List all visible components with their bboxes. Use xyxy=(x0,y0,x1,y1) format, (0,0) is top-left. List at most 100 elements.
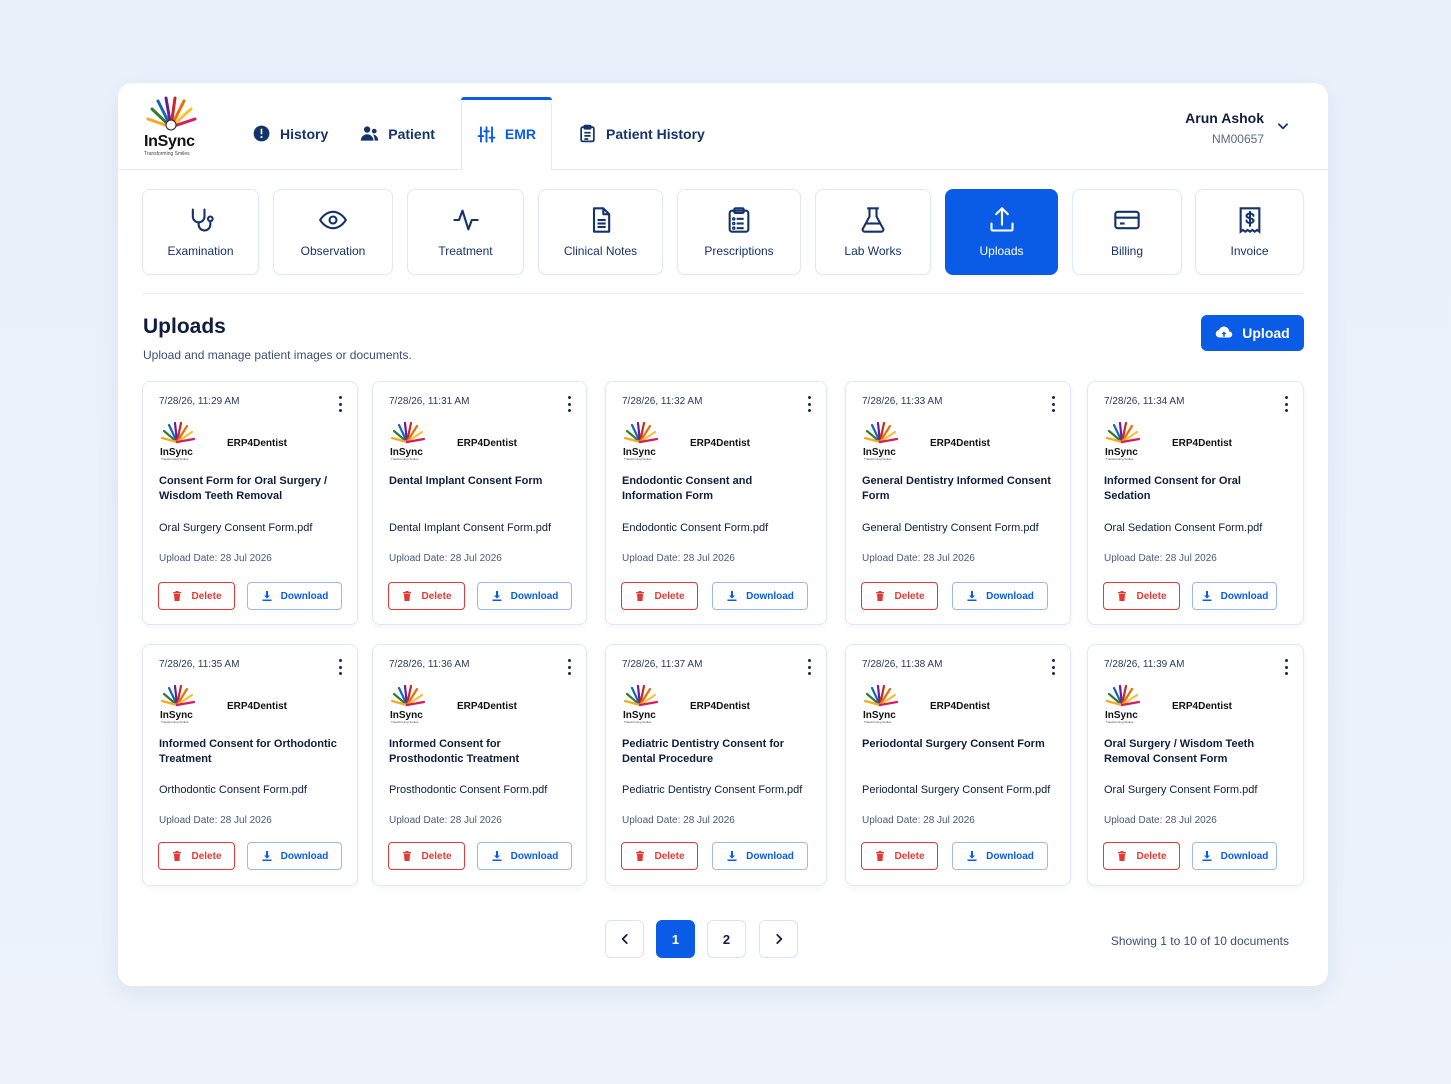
module-treatment[interactable]: Treatment xyxy=(407,189,524,275)
download-icon xyxy=(492,591,502,601)
brand-logo-icon: InSyncTransforming Smiles xyxy=(623,685,659,724)
download-button[interactable]: Download xyxy=(712,842,808,870)
more-options-icon[interactable] xyxy=(1046,657,1060,677)
more-options-icon[interactable] xyxy=(333,394,347,414)
nav-patient-history[interactable]: Patient History xyxy=(562,97,721,170)
upload-button-label: Upload xyxy=(1242,325,1290,341)
page-button-2[interactable]: 2 xyxy=(707,920,746,958)
card-upload-date: Upload Date: 28 Jul 2026 xyxy=(622,815,735,826)
trash-icon xyxy=(1118,591,1127,601)
clipboard-icon xyxy=(580,124,595,143)
nav-patient[interactable]: Patient xyxy=(344,97,451,170)
delete-button[interactable]: Delete xyxy=(861,582,938,610)
module-examination[interactable]: Examination xyxy=(142,189,259,275)
document-card: 7/28/26, 11:32 AM InSync Transforming Smil… xyxy=(605,381,827,625)
delete-button[interactable]: Delete xyxy=(621,582,698,610)
card-date: 7/28/26, 11:36 AM xyxy=(389,659,470,670)
page-button-1[interactable]: 1 xyxy=(656,920,695,958)
module-examination-label: Examination xyxy=(167,244,234,258)
module-lab-works-label: Lab Works xyxy=(844,244,902,258)
module-observation-label: Observation xyxy=(300,244,366,258)
card-file-name: Prosthodontic Consent Form.pdf xyxy=(389,784,548,796)
module-billing-label: Billing xyxy=(1110,244,1143,258)
download-button[interactable]: Download xyxy=(247,842,342,870)
prev-page-button[interactable] xyxy=(605,920,644,958)
trash-icon xyxy=(403,851,412,861)
more-options-icon[interactable] xyxy=(802,394,816,414)
more-options-icon[interactable] xyxy=(333,657,347,677)
module-uploads[interactable]: Uploads xyxy=(945,189,1058,275)
card-title: Endodontic Consent and Information Form xyxy=(622,475,753,502)
download-button-label: Download xyxy=(280,590,329,602)
download-button[interactable]: Download xyxy=(1192,582,1277,610)
download-button-label: Download xyxy=(1220,850,1269,862)
delete-button[interactable]: Delete xyxy=(158,582,235,610)
svg-text:Transforming Smiles: Transforming Smiles xyxy=(864,457,892,461)
card-upload-date: Upload Date: 28 Jul 2026 xyxy=(159,553,272,564)
cloud-upload-icon xyxy=(1216,326,1233,338)
download-button-label: Download xyxy=(746,850,794,862)
delete-button[interactable]: Delete xyxy=(861,842,938,870)
module-observation[interactable]: Observation xyxy=(273,189,393,275)
delete-button[interactable]: Delete xyxy=(388,842,465,870)
module-lab-works[interactable]: Lab Works xyxy=(815,189,931,275)
card-upload-date: Upload Date: 28 Jul 2026 xyxy=(1104,815,1217,826)
delete-button[interactable]: Delete xyxy=(1103,582,1180,610)
card-upload-date: Upload Date: 28 Jul 2026 xyxy=(862,815,975,826)
user-info[interactable]: Arun Ashok NM00657 xyxy=(1185,110,1264,146)
delete-button[interactable]: Delete xyxy=(1103,842,1180,870)
more-options-icon[interactable] xyxy=(562,657,576,677)
more-options-icon[interactable] xyxy=(802,657,816,677)
card-date: 7/28/26, 11:31 AM xyxy=(389,396,470,407)
nav-history[interactable]: History xyxy=(236,97,344,170)
app-window: InSync Transforming Smiles History Patie… xyxy=(118,83,1328,986)
activity-icon xyxy=(452,209,479,231)
brand-name: InSync xyxy=(144,133,195,150)
delete-button-label: Delete xyxy=(421,850,452,862)
download-icon xyxy=(1202,591,1212,601)
download-button[interactable]: Download xyxy=(952,842,1048,870)
nav-emr[interactable]: EMR xyxy=(460,97,553,171)
card-file-name: Pediatric Dentistry Consent Form.pdf xyxy=(622,784,803,796)
more-options-icon[interactable] xyxy=(1046,394,1060,414)
card-file-name: Periodontal Surgery Consent Form.pdf xyxy=(862,784,1051,796)
delete-button[interactable]: Delete xyxy=(621,842,698,870)
nav-patient-history-label: Patient History xyxy=(606,125,705,142)
download-button[interactable]: Download xyxy=(247,582,342,610)
download-icon xyxy=(262,591,272,601)
more-options-icon[interactable] xyxy=(562,394,576,414)
module-billing[interactable]: Billing xyxy=(1072,189,1182,275)
delete-button-label: Delete xyxy=(654,850,685,862)
next-page-button[interactable] xyxy=(759,920,798,958)
upload-button[interactable]: Upload xyxy=(1201,315,1304,351)
download-button[interactable]: Download xyxy=(712,582,808,610)
card-title: Oral Surgery / Wisdom Teeth Removal Cons… xyxy=(1104,738,1255,765)
delete-button-label: Delete xyxy=(191,590,222,602)
delete-button[interactable]: Delete xyxy=(388,582,465,610)
card-date: 7/28/26, 11:33 AM xyxy=(862,396,943,407)
trash-icon xyxy=(1118,851,1127,861)
chevron-left-icon xyxy=(621,934,628,944)
svg-text:Transforming Smiles: Transforming Smiles xyxy=(1106,720,1134,724)
download-button[interactable]: Download xyxy=(477,842,572,870)
delete-button[interactable]: Delete xyxy=(158,842,235,870)
nav-history-label: History xyxy=(280,125,329,142)
chevron-down-icon[interactable] xyxy=(1276,119,1290,133)
module-invoice[interactable]: Invoice xyxy=(1195,189,1304,275)
module-prescriptions[interactable]: Prescriptions xyxy=(677,189,801,275)
sliders-icon xyxy=(477,125,496,143)
svg-text:Transforming Smiles: Transforming Smiles xyxy=(391,457,419,461)
download-button-label: Download xyxy=(1220,590,1269,602)
module-invoice-label: Invoice xyxy=(1230,244,1269,258)
module-clinical-notes[interactable]: Clinical Notes xyxy=(538,189,663,275)
download-icon xyxy=(967,851,977,861)
download-button[interactable]: Download xyxy=(952,582,1048,610)
download-button[interactable]: Download xyxy=(477,582,572,610)
card-file-name: Oral Surgery Consent Form.pdf xyxy=(159,522,313,534)
more-options-icon[interactable] xyxy=(1279,657,1293,677)
delete-button-label: Delete xyxy=(421,590,452,602)
download-button[interactable]: Download xyxy=(1192,842,1277,870)
more-options-icon[interactable] xyxy=(1279,394,1293,414)
svg-text:Transforming Smiles: Transforming Smiles xyxy=(161,720,189,724)
card-title: General Dentistry Informed Consent Form xyxy=(862,475,1051,502)
